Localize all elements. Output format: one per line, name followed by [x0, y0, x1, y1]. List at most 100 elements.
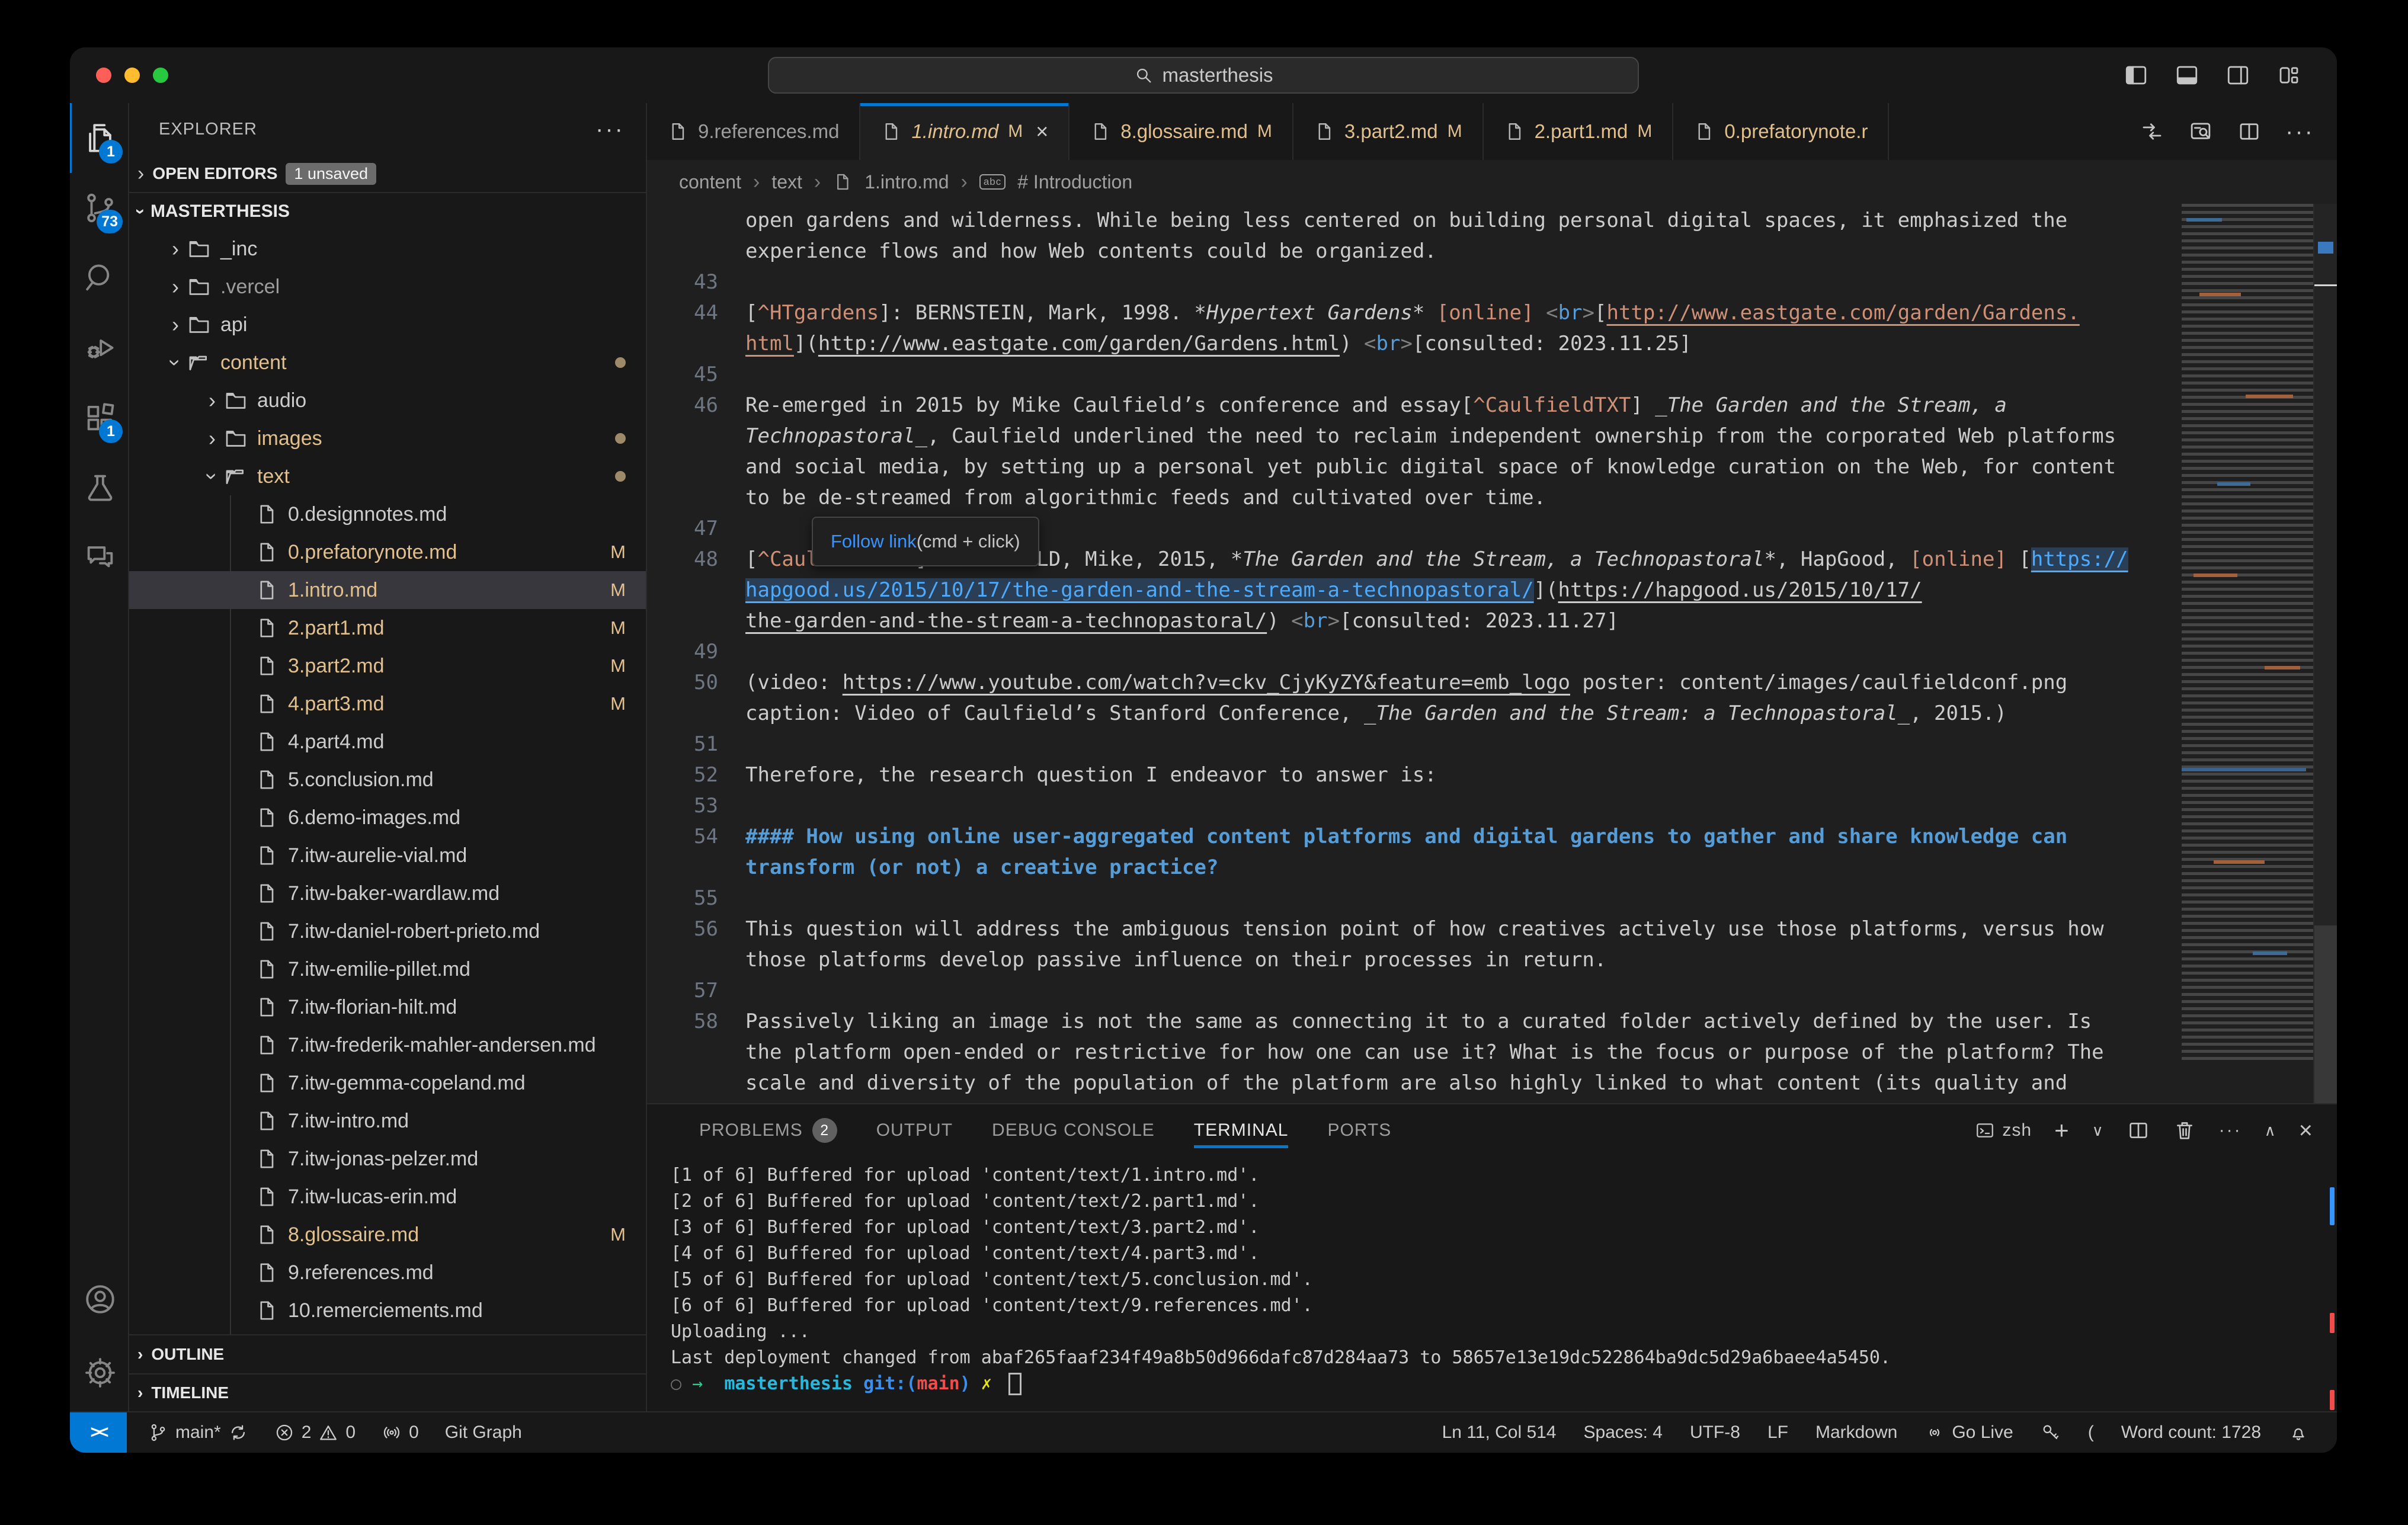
editor-line[interactable]: transform (or not) a creative practice?	[647, 852, 2182, 883]
tab-terminal[interactable]: TERMINAL	[1194, 1104, 1289, 1156]
editor-line[interactable]: 58Passively liking an image is not the s…	[647, 1006, 2182, 1037]
activity-explorer[interactable]: 1	[70, 103, 129, 173]
minimize-window-button[interactable]	[124, 68, 140, 83]
close-icon[interactable]: ×	[1036, 119, 1048, 144]
explorer-more-actions-icon[interactable]: ···	[595, 116, 625, 143]
tree-item-4.part3.md[interactable]: 4.part3.mdM	[129, 685, 646, 723]
editor-line[interactable]: caption: Video of Caulfield’s Stanford C…	[647, 698, 2182, 729]
tab-0.prefatorynote.r[interactable]: 0.prefatorynote.r	[1673, 103, 1889, 160]
open-changes-icon[interactable]	[2140, 119, 2164, 144]
split-terminal-icon[interactable]	[2127, 1119, 2150, 1142]
editor-line[interactable]: 54#### How using online user-aggregated …	[647, 821, 2182, 852]
tree-item-text[interactable]: ›text	[129, 457, 646, 495]
tree-item-7.itw-baker-wardlaw.md[interactable]: 7.itw-baker-wardlaw.md	[129, 874, 646, 912]
editor-line[interactable]: 55	[647, 883, 2182, 914]
kill-terminal-icon[interactable]	[2173, 1119, 2196, 1142]
command-center-search[interactable]: masterthesis	[768, 57, 1639, 94]
tree-item-0.prefatorynote.md[interactable]: 0.prefatorynote.mdM	[129, 533, 646, 571]
tree-item-7.itw-florian-hilt.md[interactable]: 7.itw-florian-hilt.md	[129, 988, 646, 1026]
tree-item-.vercel[interactable]: ›.vercel	[129, 268, 646, 306]
more-actions-icon[interactable]: ···	[2285, 118, 2314, 145]
tree-item-9.references.md[interactable]: 9.references.md	[129, 1254, 646, 1292]
tree-item-0.designnotes.md[interactable]: 0.designnotes.md	[129, 495, 646, 533]
minimap[interactable]	[2182, 204, 2313, 1103]
tab-ports[interactable]: PORTS	[1327, 1104, 1391, 1156]
markdown-preview-icon[interactable]	[2188, 119, 2213, 144]
go-live[interactable]: Go Live	[1925, 1423, 2013, 1443]
git-graph-status[interactable]: Git Graph	[445, 1423, 522, 1443]
maximize-window-button[interactable]	[153, 68, 168, 83]
toggle-panel-icon[interactable]	[2175, 63, 2199, 88]
tab-9.references.md[interactable]: 9.references.md	[647, 103, 860, 160]
timeline-section[interactable]: › TIMELINE	[129, 1373, 646, 1411]
editor-line[interactable]: the-garden-and-the-stream-a-technopastor…	[647, 605, 2182, 636]
new-terminal-icon[interactable]: +	[2054, 1116, 2070, 1145]
tree-item-4.part4.md[interactable]: 4.part4.md	[129, 723, 646, 761]
terminal[interactable]: [1 of 6] Buffered for upload 'content/te…	[647, 1156, 2337, 1411]
editor-line[interactable]: those platforms develop passive influenc…	[647, 944, 2182, 975]
editor-line[interactable]: 48[^CaulfieldTXT]: CAULFIELD, Mike, 2015…	[647, 544, 2182, 575]
editor-line[interactable]: 43	[647, 267, 2182, 297]
activity-source-control[interactable]: 73	[70, 173, 129, 243]
activity-extensions[interactable]: 1	[70, 383, 129, 453]
tree-item-7.itw-aurelie-vial.md[interactable]: 7.itw-aurelie-vial.md	[129, 837, 646, 874]
editor-line[interactable]: 53	[647, 790, 2182, 821]
customize-layout-icon[interactable]	[2276, 63, 2301, 88]
editor-line[interactable]: 52Therefore, the research question I end…	[647, 760, 2182, 790]
cursor-position[interactable]: Ln 11, Col 514	[1442, 1423, 1557, 1443]
ports-status[interactable]: 0	[382, 1423, 419, 1443]
tree-item-7.itw-lucas-erin.md[interactable]: 7.itw-lucas-erin.md	[129, 1178, 646, 1216]
activity-comments[interactable]	[70, 523, 129, 592]
editor-line[interactable]: to be de-streamed from algorithmic feeds…	[647, 482, 2182, 513]
terminal-dropdown-icon[interactable]: ∨	[2092, 1122, 2104, 1140]
editor[interactable]: open gardens and wilderness. While being…	[647, 204, 2337, 1103]
tab-problems[interactable]: PROBLEMS 2	[699, 1104, 837, 1156]
tab-2.part1.md[interactable]: 2.part1.mdM	[1484, 103, 1674, 160]
tree-item-content[interactable]: ›content	[129, 344, 646, 382]
tree-item-10.remerciements.md[interactable]: 10.remerciements.md	[129, 1292, 646, 1329]
tree-item-6.demo-images.md[interactable]: 6.demo-images.md	[129, 799, 646, 837]
toggle-secondary-sidebar-icon[interactable]	[2226, 63, 2250, 88]
editor-line[interactable]: 56This question will address the ambiguo…	[647, 914, 2182, 944]
editor-line[interactable]: open gardens and wilderness. While being…	[647, 205, 2182, 236]
editor-line[interactable]: 45	[647, 359, 2182, 390]
breadcrumb-item[interactable]: 1.intro.md	[864, 171, 949, 193]
notifications[interactable]	[2288, 1423, 2308, 1443]
settings-menu[interactable]	[70, 1334, 129, 1411]
tree-item-7.itw-frederik-mahler-andersen.md[interactable]: 7.itw-frederik-mahler-andersen.md	[129, 1026, 646, 1064]
key-status[interactable]	[2041, 1423, 2061, 1443]
activity-search[interactable]	[70, 243, 129, 313]
code-area[interactable]: open gardens and wilderness. While being…	[647, 204, 2182, 1103]
editor-line[interactable]: 57	[647, 975, 2182, 1006]
shell-selector[interactable]: zsh	[1975, 1120, 2032, 1140]
remote-indicator[interactable]: ><	[70, 1412, 127, 1453]
tree-item-_inc[interactable]: ›_inc	[129, 230, 646, 268]
panel-more-actions-icon[interactable]: ···	[2219, 1120, 2242, 1140]
tree-item-7.itw-jonas-pelzer.md[interactable]: 7.itw-jonas-pelzer.md	[129, 1140, 646, 1178]
activity-testing[interactable]	[70, 453, 129, 523]
editor-line[interactable]: 51	[647, 729, 2182, 760]
overview-ruler[interactable]	[2313, 204, 2337, 1103]
workspace-root[interactable]: › MASTERTHESIS	[129, 193, 646, 230]
eol[interactable]: LF	[1767, 1423, 1788, 1443]
tab-debug-console[interactable]: DEBUG CONSOLE	[992, 1104, 1155, 1156]
editor-line[interactable]: html](http://www.eastgate.com/garden/Gar…	[647, 328, 2182, 359]
close-panel-icon[interactable]: ×	[2299, 1117, 2313, 1144]
maximize-panel-icon[interactable]: ∧	[2265, 1122, 2276, 1140]
problems-status[interactable]: 2 0	[274, 1423, 356, 1443]
tree-item-7.itw-daniel-robert-prieto.md[interactable]: 7.itw-daniel-robert-prieto.md	[129, 912, 646, 950]
toggle-sidebar-icon[interactable]	[2124, 63, 2148, 88]
breadcrumb-item[interactable]: text	[771, 171, 802, 193]
tree-item-images[interactable]: ›images	[129, 419, 646, 457]
indentation[interactable]: Spaces: 4	[1584, 1423, 1663, 1443]
breadcrumb-item[interactable]: content	[679, 171, 741, 193]
tree-item-api[interactable]: ›api	[129, 306, 646, 344]
activity-run-debug[interactable]	[70, 313, 129, 383]
scrollbar-thumb[interactable]	[2314, 925, 2337, 1103]
tree-item-7.itw-intro.md[interactable]: 7.itw-intro.md	[129, 1102, 646, 1140]
tree-item-5.conclusion.md[interactable]: 5.conclusion.md	[129, 761, 646, 799]
follow-link-tooltip[interactable]: Follow link (cmd + click)	[812, 517, 1039, 566]
split-editor-icon[interactable]	[2237, 119, 2262, 144]
tab-8.glossaire.md[interactable]: 8.glossaire.mdM	[1069, 103, 1293, 160]
tree-item-audio[interactable]: ›audio	[129, 382, 646, 419]
